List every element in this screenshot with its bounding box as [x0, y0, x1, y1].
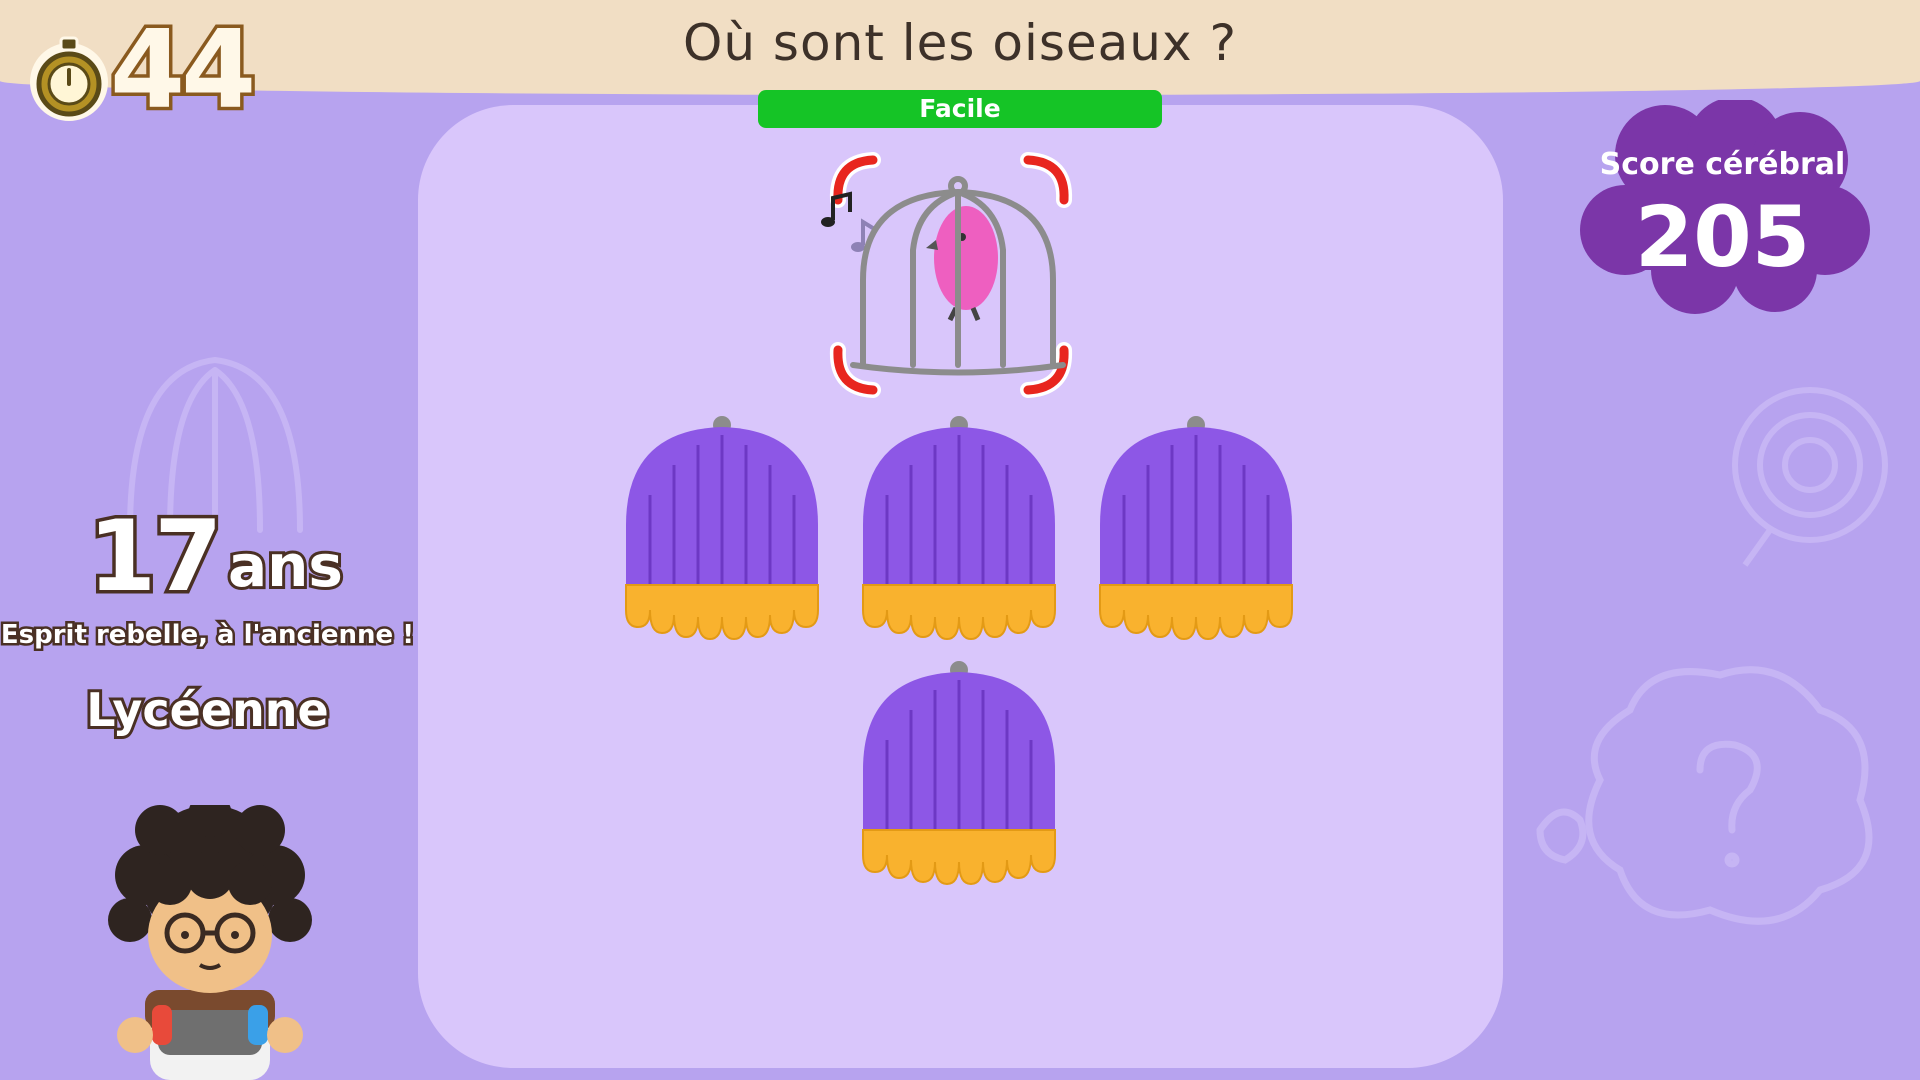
score-label: Score cérébral [1599, 147, 1846, 182]
timer-value: 44 [106, 5, 259, 137]
difficulty-bar: Facile [758, 90, 1162, 128]
player-age: 17 ans [84, 497, 388, 618]
score-value: 205 [1634, 188, 1811, 286]
question-title: Où sont les oiseaux ? [682, 14, 1237, 72]
player-avatar [108, 805, 312, 1080]
covered-cage-4[interactable] [857, 660, 1062, 890]
brain-score: Score cérébral 205 [1575, 100, 1870, 315]
stopwatch-icon [30, 36, 108, 121]
player-rank: Lycéenne [83, 680, 332, 740]
covered-cage-3[interactable] [1094, 415, 1299, 645]
pink-bird [926, 206, 998, 322]
background-swirl-doodle [1732, 387, 1888, 567]
timer: 44 [28, 5, 273, 137]
covered-cage-1[interactable] [620, 415, 825, 645]
background-question-doodle [1536, 666, 1873, 925]
covered-cage-2[interactable] [857, 415, 1062, 645]
player-tagline: Esprit rebelle, à l'ancienne ! [0, 618, 417, 653]
age-unit: ans [225, 529, 346, 603]
age-number: 17 [84, 497, 225, 618]
bird-cage-icon [850, 176, 1066, 376]
target-bird-cage [821, 152, 1073, 398]
